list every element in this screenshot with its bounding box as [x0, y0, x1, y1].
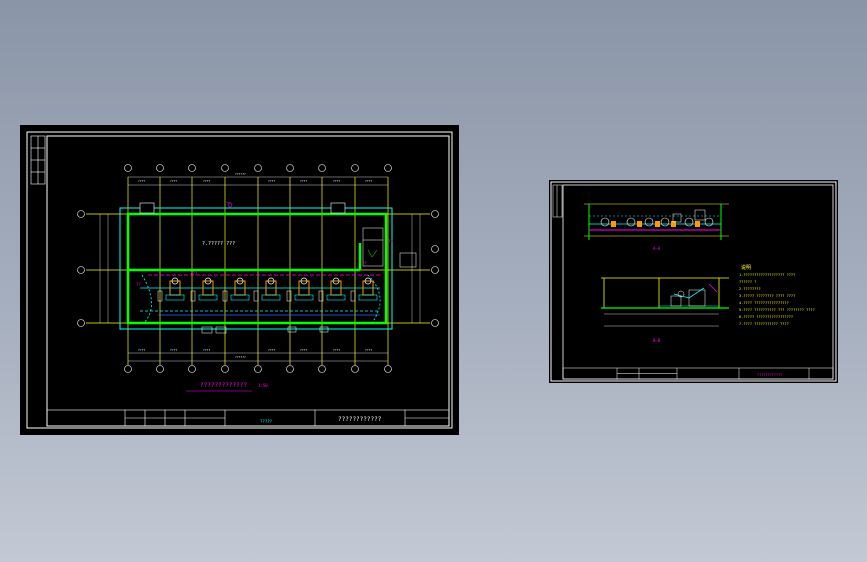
svg-text:??????: ?????? [235, 172, 246, 176]
notes-list: 1.??????????????????? ???? ?????? ? 2.??… [739, 273, 815, 326]
svg-text:????: ???? [300, 179, 307, 183]
room-label: ?.????? ??? [202, 241, 235, 247]
note-line: 6.????? ????????????????? [739, 315, 793, 319]
svg-text:??: ?? [136, 282, 141, 287]
title-block-name: ???????????? [338, 416, 382, 423]
note-line: 1.??????????????????? ???? [739, 273, 795, 277]
valve-icon [201, 326, 329, 334]
note-line: 2.???????? [739, 287, 761, 291]
svg-text:????: ???? [138, 348, 145, 352]
svg-text:????: ???? [333, 348, 340, 352]
section-b-elevation [601, 277, 729, 327]
title-block [46, 409, 450, 427]
binding-strip [552, 184, 563, 218]
binding-strip [30, 135, 46, 185]
svg-text:??: ?? [362, 261, 367, 266]
svg-text:???: ??? [190, 271, 198, 276]
walls [126, 212, 388, 325]
svg-text:??????: ?????? [235, 355, 246, 359]
note-line: 4.???? ???????????????? [739, 301, 789, 305]
dimension-text: ???????????? ?????????????? ???????? ???… [138, 172, 372, 359]
svg-text:????: ???? [268, 179, 275, 183]
svg-text:????: ???? [365, 348, 372, 352]
svg-text:????: ???? [203, 179, 210, 183]
title-block-sub: ????? [260, 419, 273, 424]
section-a-elevation [584, 203, 729, 240]
plan-scale: 1:50 [258, 383, 268, 388]
svg-text:????: ???? [365, 179, 372, 183]
svg-text:????: ???? [333, 179, 340, 183]
note-line: 5.???? ?????????? ??? ???????? ???? [739, 308, 815, 312]
side-room [399, 252, 417, 268]
svg-text:????: ???? [268, 348, 275, 352]
svg-text:????: ???? [300, 348, 307, 352]
svg-text:????: ???? [170, 348, 177, 352]
svg-text:????: ???? [203, 348, 210, 352]
section-drawing: A—A B—B 说明 1.??????????????????? ???? ??… [550, 181, 837, 382]
note-line: 3.????? ???????? ???? ???? [739, 294, 795, 298]
drawing-sheet-left[interactable]: ???????????? ????? ???? ???? ???? ??????… [20, 125, 459, 435]
title-block [562, 367, 834, 380]
section-b-label: B—B [653, 338, 661, 343]
floor-plan-drawing: ???????????? ????? ???? ???? ???? ??????… [26, 131, 453, 429]
drawing-sheet-right[interactable]: A—A B—B 说明 1.??????????????????? ???? ??… [549, 180, 838, 383]
note-line: ?????? ? [739, 280, 756, 284]
svg-text:??: ?? [388, 239, 393, 244]
plan-title: ????????????? [200, 382, 247, 389]
grid-annotation: ~~ [226, 200, 231, 205]
notes-header: 说明 [741, 264, 751, 271]
section-a-label: A—A [653, 246, 661, 251]
pump-unit-icon [157, 277, 378, 302]
pipe-network [140, 274, 381, 324]
title-block-name: ???????????? [757, 373, 782, 377]
note-line: 7.???? ??????????? ???? [739, 322, 789, 326]
svg-text:????: ???? [170, 179, 177, 183]
svg-text:????: ???? [138, 179, 145, 183]
